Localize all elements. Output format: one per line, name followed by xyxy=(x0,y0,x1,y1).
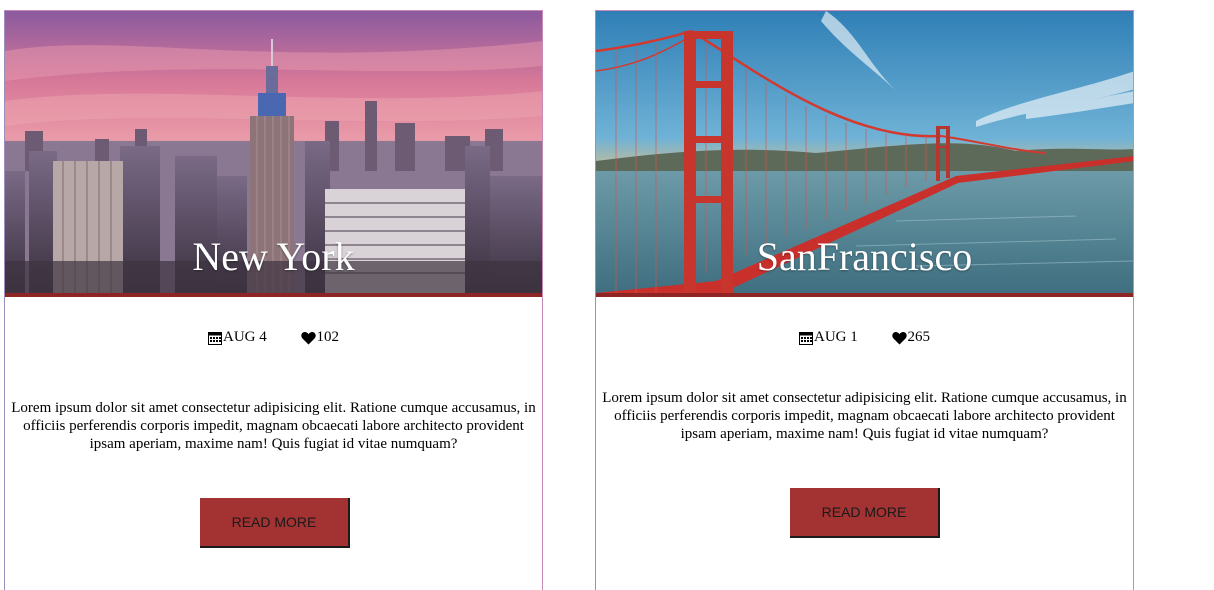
calendar-icon xyxy=(208,331,222,345)
read-more-button[interactable]: READ MORE xyxy=(790,488,940,538)
card-meta: AUG 1 265 xyxy=(596,329,1133,350)
likes-count: 265 xyxy=(907,329,931,345)
likes-meta: 102 xyxy=(300,329,340,346)
card-description: Lorem ipsum dolor sit amet consectetur a… xyxy=(11,400,536,452)
hero-image-new-york: New York xyxy=(5,11,542,297)
city-card-new-york: New York AUG 4 102 Lorem ipsum dolor sit… xyxy=(4,10,543,590)
date-meta: AUG 4 xyxy=(208,329,267,346)
heart-icon xyxy=(891,331,907,344)
date-meta: AUG 1 xyxy=(799,329,858,346)
city-title: New York xyxy=(192,234,355,279)
hero-image-san-francisco: SanFrancisco xyxy=(596,11,1133,297)
heart-icon xyxy=(300,331,316,344)
city-title: SanFrancisco xyxy=(756,234,973,279)
likes-count: 102 xyxy=(316,329,340,345)
read-more-button[interactable]: READ MORE xyxy=(200,498,350,548)
card-description: Lorem ipsum dolor sit amet consectetur a… xyxy=(602,390,1127,442)
city-card-san-francisco: SanFrancisco AUG 1 265 Lorem ipsum dolor… xyxy=(595,10,1134,590)
likes-meta: 265 xyxy=(891,329,931,346)
date-text: AUG 4 xyxy=(223,329,267,345)
calendar-icon xyxy=(799,331,813,345)
date-text: AUG 1 xyxy=(814,329,858,345)
card-meta: AUG 4 102 xyxy=(5,329,542,350)
